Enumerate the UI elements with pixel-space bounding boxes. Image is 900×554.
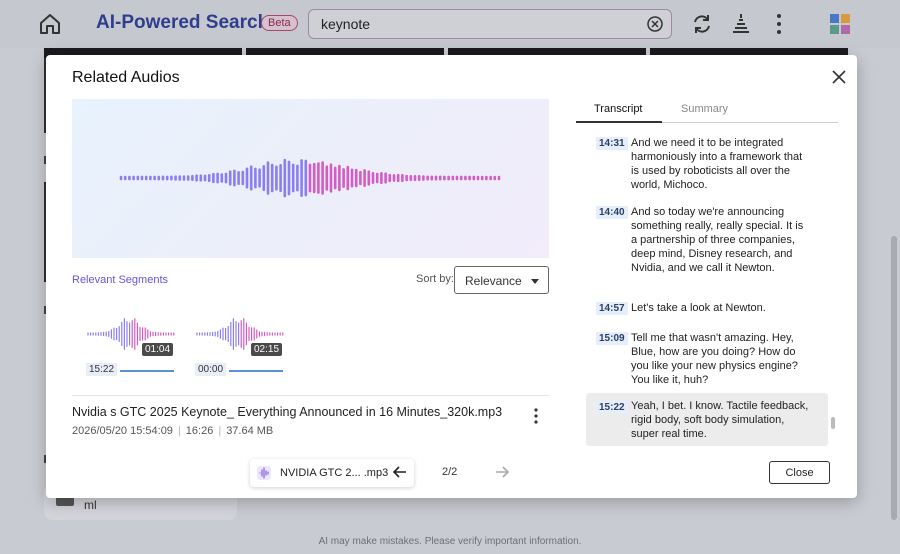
segment-card[interactable]: 02:15 00:00 — [195, 309, 287, 379]
page-scrollbar[interactable] — [891, 236, 897, 520]
relevant-segments-label: Relevant Segments — [72, 274, 168, 286]
current-file-chip[interactable]: NVIDIA GTC 2... .mp3 — [250, 459, 414, 487]
segment-duration: 01:04 — [142, 343, 174, 356]
file-meta: 2026/05/20 15:54:09 | 16:26 | 37.64 MB — [72, 425, 274, 437]
tasks-icon[interactable] — [729, 12, 753, 36]
transcript-entry-active[interactable]: 15:22 Yeah, I bet. I know. Tactile feedb… — [586, 393, 828, 446]
close-button[interactable]: Close — [769, 461, 830, 484]
tab-transcript[interactable]: Transcript — [594, 103, 643, 115]
chevron-down-icon — [531, 279, 539, 284]
dialog-title: Related Audios — [72, 69, 180, 86]
file-more-icon[interactable] — [532, 407, 540, 425]
transcript-list[interactable]: 14:31 And we need it to be integrated ha… — [586, 135, 828, 447]
search-box — [308, 9, 672, 39]
home-icon[interactable] — [38, 12, 62, 36]
avatar[interactable] — [828, 12, 852, 36]
beta-badge: Beta — [261, 15, 298, 31]
page-indicator: 2/2 — [442, 466, 458, 478]
divider — [72, 395, 549, 396]
audio-file-icon — [257, 466, 271, 480]
app-title: AI-Powered Search — [96, 12, 270, 33]
active-tab-indicator — [576, 121, 662, 123]
sort-select-value: Relevance — [465, 274, 522, 288]
segment-start-time: 00:00 — [195, 363, 227, 376]
transcript-entry[interactable]: 14:40 And so today we're announcing some… — [586, 204, 828, 290]
file-length: 16:26 — [185, 425, 214, 437]
transcript-text: And we need it to be integrated harmonio… — [631, 137, 803, 191]
ai-disclaimer: AI may make mistakes. Please verify impo… — [318, 536, 582, 547]
segment-progress-line — [229, 370, 283, 372]
file-date: 2026/05/20 15:54:09 — [72, 425, 173, 437]
search-input[interactable] — [321, 16, 641, 32]
transcript-entry[interactable]: 14:31 And we need it to be integrated ha… — [586, 135, 828, 195]
more-options-icon[interactable] — [767, 12, 791, 36]
waveform-player[interactable] — [72, 99, 549, 258]
segment-progress-line — [120, 370, 174, 372]
next-arrow-icon[interactable] — [494, 464, 510, 480]
app-header: AI-Powered Search Beta — [0, 0, 900, 48]
transcript-timestamp[interactable]: 15:22 — [596, 401, 628, 414]
transcript-timestamp[interactable]: 14:31 — [596, 137, 628, 150]
background-card-label: ml — [84, 498, 97, 512]
file-size: 37.64 MB — [226, 425, 274, 437]
segment-start-time: 15:22 — [86, 363, 118, 376]
file-name: Nvidia s GTC 2025 Keynote_ Everything An… — [72, 405, 503, 419]
transcript-scrollbar[interactable] — [831, 417, 835, 429]
chip-file-name: NVIDIA GTC 2... .mp3 — [280, 467, 389, 479]
transcript-timestamp[interactable]: 14:40 — [596, 206, 628, 219]
transcript-timestamp[interactable]: 14:57 — [596, 302, 628, 315]
transcript-entry[interactable]: 14:57 Let's take a look at Newton. — [586, 300, 828, 320]
clear-search-icon[interactable] — [647, 16, 663, 32]
transcript-text: Let's take a look at Newton. — [631, 302, 766, 314]
segment-card[interactable]: 01:04 15:22 — [86, 309, 178, 379]
transcript-text: Yeah, I bet. I know. Tactile feedback, r… — [631, 400, 809, 440]
transcript-entry[interactable]: 15:09 Tell me that wasn't amazing. Hey, … — [586, 330, 828, 390]
sort-by-label: Sort by: — [416, 273, 454, 285]
refresh-icon[interactable] — [690, 12, 714, 36]
close-icon[interactable] — [831, 69, 847, 85]
related-audios-dialog: Related Audios Relevant Segments Sort by… — [46, 55, 857, 498]
sort-select[interactable]: Relevance — [454, 266, 549, 294]
transcript-text: And so today we're announcing something … — [631, 206, 804, 274]
transcript-timestamp[interactable]: 15:09 — [596, 332, 628, 345]
segment-duration: 02:15 — [251, 343, 283, 356]
waveform-graphic — [119, 158, 501, 198]
transcript-text: Tell me that wasn't amazing. Hey, Blue, … — [631, 332, 798, 386]
tab-summary[interactable]: Summary — [681, 103, 728, 115]
previous-arrow-icon[interactable] — [392, 464, 408, 480]
